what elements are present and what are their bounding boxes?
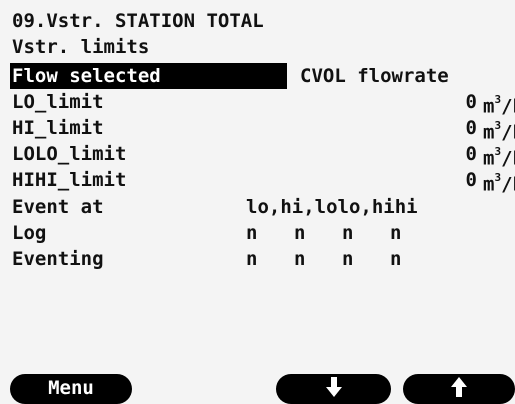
lo-limit-label: LO_limit [12,91,104,113]
lolo-limit-label: LOLO_limit [12,143,127,165]
hihi-limit-label: HIHI_limit [12,169,127,191]
lolo-limit-value: 0 [465,143,477,165]
eventing-flag-hihi: n [390,248,402,270]
event-at-label: Event at [12,196,104,218]
log-flag-lo: n [246,222,258,244]
display-screen: 09.Vstr. STATION TOTAL Vstr. limits Flow… [0,0,515,404]
hihi-limit-unit: m3/h [483,171,515,196]
lo-limit-row[interactable]: LO_limit 0 m3/h [0,89,515,117]
menu-softkey-label: Menu [48,377,94,399]
eventing-label: Eventing [12,248,104,270]
eventing-flag-lolo: n [342,248,354,270]
hi-limit-row[interactable]: HI_limit 0 m3/h [0,115,515,143]
hihi-limit-value: 0 [465,169,477,191]
log-label: Log [12,222,47,244]
log-flag-hi: n [294,222,306,244]
log-flags: nnnn [246,220,438,246]
hi-limit-label: HI_limit [12,117,104,139]
eventing-flags: nnnn [246,246,438,272]
eventing-flag-hi: n [294,248,306,270]
event-at-value: lo,hi,lolo,hihi [246,196,418,218]
lolo-limit-row[interactable]: LOLO_limit 0 m3/h [0,141,515,169]
eventing-row[interactable]: Eventing n n n n [0,246,515,272]
arrow-up-icon [451,377,467,397]
lo-limit-value: 0 [465,91,477,113]
hi-limit-value: 0 [465,117,477,139]
flow-selected-row[interactable]: Flow selected CVOL flowrate [0,63,515,89]
eventing-flag-lo: n [246,248,258,270]
flow-selected-label: Flow selected [12,65,161,87]
log-flag-lolo: n [342,222,354,244]
flow-selected-value: CVOL flowrate [300,65,449,87]
page-subtitle: Vstr. limits [12,36,150,58]
log-flag-hihi: n [390,222,402,244]
page-title: 09.Vstr. STATION TOTAL [12,10,264,32]
arrow-down-icon [325,377,342,397]
hihi-limit-row[interactable]: HIHI_limit 0 m3/h [0,167,515,195]
event-at-row[interactable]: Event at lo,hi,lolo,hihi [0,194,515,220]
log-row[interactable]: Log n n n n [0,220,515,246]
